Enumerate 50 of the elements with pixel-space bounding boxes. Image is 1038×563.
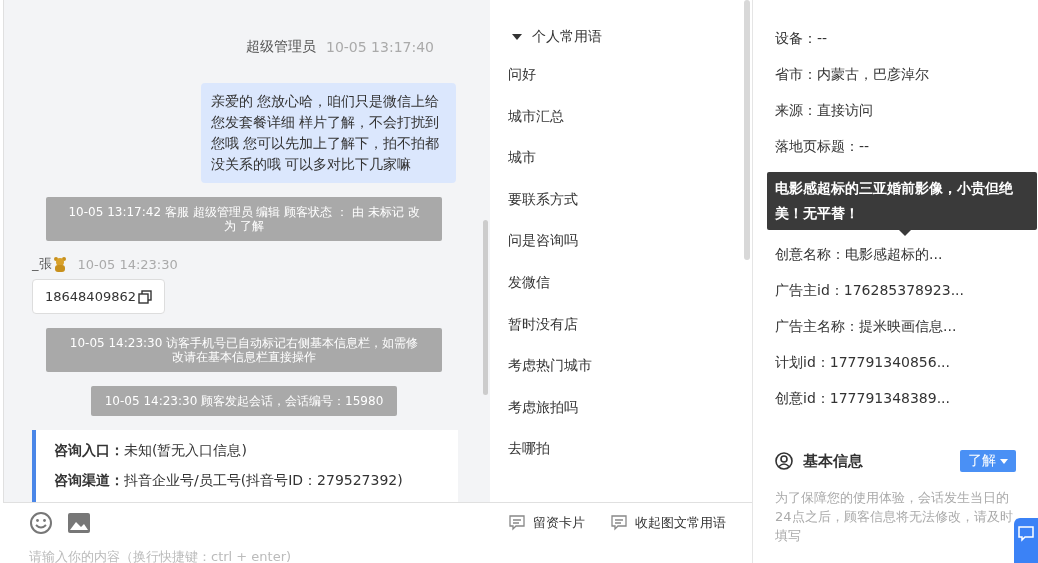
- system-notice: 10-05 14:23:30 访客手机号已自动标记右侧基本信息栏，如需修改请在基本信息栏直接操作: [46, 328, 442, 372]
- chat-float-button[interactable]: [1014, 518, 1038, 563]
- caret-icon: [512, 33, 522, 41]
- message-time: 10-05 13:17:40: [326, 38, 434, 55]
- message-time: 10-05 14:23:30: [77, 256, 178, 272]
- phone-number: 18648409862: [45, 289, 136, 304]
- info-line: 创意id：177791348389...: [775, 390, 951, 406]
- phrase-item[interactable]: 要联系方式: [508, 190, 578, 207]
- user-icon: [775, 452, 793, 470]
- phrase-item[interactable]: 去哪拍: [508, 440, 550, 457]
- emoji-icon[interactable]: [29, 511, 53, 535]
- phrase-item[interactable]: 城市: [508, 149, 536, 166]
- message-bubble: 亲爱的 您放心哈，咱们只是微信上给您发套餐详细 样片了解，不会打扰到您哦 您可以先加上了解下，拍不拍都没关系的哦 可以多对比下几家嘛: [201, 83, 456, 183]
- image-icon[interactable]: [67, 512, 91, 534]
- section-title: 基本信息: [803, 451, 863, 471]
- info-line: 计划id：177791340856...: [775, 354, 951, 370]
- message-icon: [509, 515, 525, 531]
- caret-icon: [1000, 458, 1008, 464]
- info-line: 省市：内蒙古，巴彦淖尔: [775, 66, 929, 82]
- info-line: 设备：--: [775, 30, 828, 46]
- toolbar-button[interactable]: 留资卡片: [509, 514, 585, 532]
- copy-icon[interactable]: [138, 289, 152, 304]
- system-notice: 10-05 13:17:42 客服 超级管理员 编辑 顾客状态 ： 由 未标记 改为 了解: [46, 197, 442, 241]
- scrollbar[interactable]: [744, 0, 750, 260]
- info-line: 咨询入口：未知(暂无入口信息): [54, 442, 248, 460]
- info-line: 广告主id：176285378923...: [775, 282, 965, 298]
- message-icon: [1018, 526, 1034, 542]
- phrase-item[interactable]: 问好: [508, 66, 536, 82]
- message-input[interactable]: 请输入你的内容（换行快捷键：ctrl + enter): [29, 549, 549, 563]
- phrase-item[interactable]: 城市汇总: [508, 107, 564, 124]
- phrase-item[interactable]: 考虑热门城市: [508, 357, 592, 374]
- phrase-item[interactable]: 暂时没有店: [508, 315, 578, 332]
- sender-name: _張: [32, 255, 52, 273]
- phrase-item[interactable]: 发微信: [508, 273, 550, 290]
- phrase-item[interactable]: 问是咨询吗: [508, 232, 578, 249]
- phrase-item[interactable]: 考虑旅拍吗: [508, 398, 578, 415]
- phrase-group[interactable]: 个人常用语: [512, 28, 734, 46]
- tooltip-arrow-icon: [899, 230, 911, 236]
- scrollbar[interactable]: [483, 220, 488, 395]
- system-notice: 10-05 14:23:30 顾客发起会话，会话编号：15980: [90, 386, 398, 416]
- info-line: 落地页标题：--: [775, 138, 870, 154]
- toolbar-button[interactable]: 收起图文常用语: [611, 514, 726, 532]
- bear-icon: [51, 256, 68, 272]
- message-icon: [611, 515, 627, 531]
- sender-name: 超级管理员: [246, 37, 316, 56]
- hint-text: 为了保障您的使用体验，会话发生当日的24点之后，顾客信息将无法修改，请及时填写: [775, 489, 1014, 545]
- info-line: 广告主名称：提米映画信息...: [775, 318, 957, 334]
- info-line: 创意名称：电影感超标的...: [775, 246, 943, 262]
- info-line: 来源：直接访问: [775, 102, 873, 118]
- info-line: 咨询渠道：抖音企业号/员工号(抖音号ID：279527392): [54, 472, 404, 490]
